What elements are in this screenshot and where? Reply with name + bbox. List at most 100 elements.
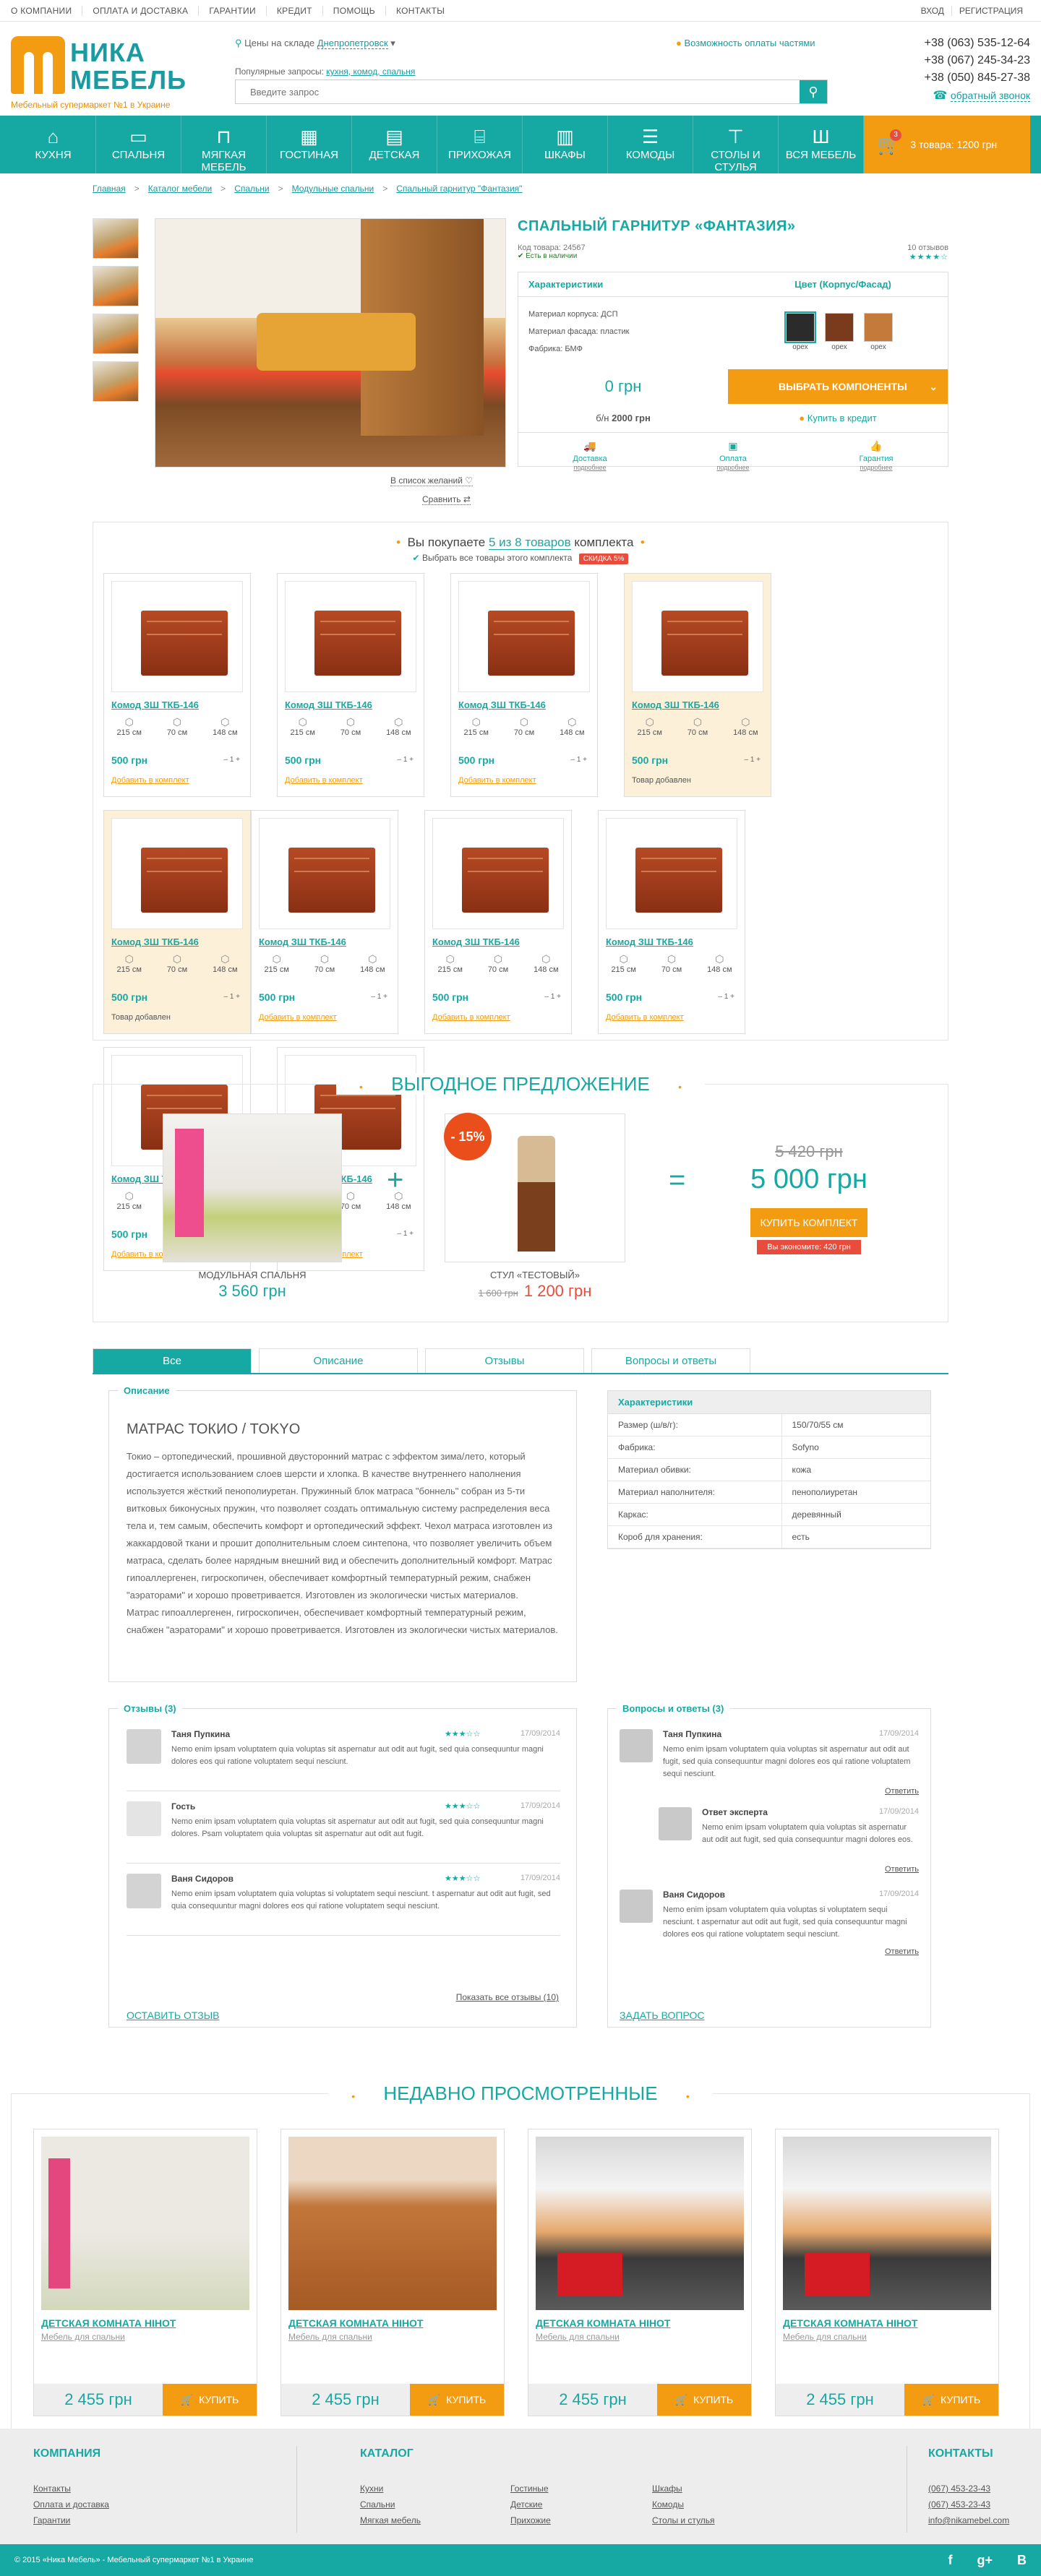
perk-sub[interactable]: подробнее [805,463,948,472]
minus-icon[interactable]: – [744,756,748,764]
breadcrumb-item[interactable]: Модульные спальни [292,184,374,194]
add-to-set-link[interactable]: Добавить в комплект [111,776,189,785]
ask-question-link[interactable]: ЗАДАТЬ ВОПРОС [620,2009,704,2021]
top-nav-link[interactable]: ОПЛАТА И ДОСТАВКА [82,6,200,16]
footer-catalog-link[interactable]: Кухни [360,2481,510,2497]
nav-item-8[interactable]: ⊤ СТОЛЫ И СТУЛЬЯ [693,116,779,173]
logo[interactable]: НИКА МЕБЕЛЬ Мебельный супермаркет №1 в У… [11,36,199,110]
select-all-set[interactable]: ✔ Выбрать все товары этого комплекта СКИ… [99,553,942,564]
add-to-set-link[interactable]: Добавить в комплект [458,776,536,785]
set-item-name[interactable]: Комод ЗШ ТКБ-146 [606,936,737,947]
breadcrumb-item[interactable]: Спальни [234,184,269,194]
plus-icon[interactable]: + [409,756,414,764]
quantity-stepper[interactable]: – 1 + [744,756,761,764]
register-link[interactable]: РЕГИСТРАЦИЯ [951,6,1030,16]
wishlist-link[interactable]: В список желаний ♡ [390,475,474,486]
credit-info[interactable]: ● Возможность оплаты частями [676,38,815,48]
footer-contact-link[interactable]: (067) 453-23-43 [928,2481,1009,2497]
recent-item-image[interactable] [783,2137,991,2310]
credit-buy-link[interactable]: ● Купить в кредит [728,413,948,423]
recent-item-category[interactable]: Мебель для спальни [288,2332,497,2342]
perk-1[interactable]: ▣ Оплата подробнее [661,433,805,472]
set-item-card[interactable]: Комод ЗШ ТКБ-146⬡215 см⬡70 см⬡148 см500 … [624,573,771,797]
recent-item-card[interactable]: ДЕТСКАЯ КОМНАТА HIHOT Мебель для спальни 2… [280,2129,505,2416]
search-input[interactable] [236,80,800,103]
set-item-image[interactable] [632,581,763,692]
answer-link[interactable]: Ответить [885,1947,919,1956]
recent-item-card[interactable]: ДЕТСКАЯ КОМНАТА HIHOT Мебель для спальни 2… [33,2129,257,2416]
product-thumbnail[interactable] [93,218,139,259]
recent-item-card[interactable]: ДЕТСКАЯ КОМНАТА HIHOT Мебель для спальни 2… [528,2129,752,2416]
add-to-set-link[interactable]: Добавить в комплект [285,776,363,785]
footer-catalog-link[interactable]: Прихожие [510,2512,652,2528]
top-nav-link[interactable]: О КОМПАНИИ [11,6,83,16]
facebook-icon[interactable]: f [948,2553,952,2568]
quantity-stepper[interactable]: – 1 + [397,756,414,764]
minus-icon[interactable]: – [223,756,228,764]
breadcrumb-item[interactable]: Каталог мебели [148,184,212,194]
set-item-card[interactable]: Комод ЗШ ТКБ-146⬡215 см⬡70 см⬡148 см500 … [598,810,745,1034]
footer-catalog-link[interactable]: Гостиные [510,2481,652,2497]
recent-item-name[interactable]: ДЕТСКАЯ КОМНАТА HIHOT [783,2317,991,2329]
perk-sub[interactable]: подробнее [661,463,805,472]
set-item-name[interactable]: Комод ЗШ ТКБ-146 [632,699,763,710]
breadcrumb-item[interactable]: Главная [93,184,126,194]
plus-icon[interactable]: + [236,993,240,1001]
phone-number[interactable]: +38 (063) 535-12-64 [925,35,1030,52]
footer-catalog-link[interactable]: Шкафы [652,2481,794,2497]
select-components-button[interactable]: ВЫБРАТЬ КОМПОНЕНТЫ ⌄ [728,369,948,404]
footer-contact-link[interactable]: info@nikamebel.com [928,2512,1009,2528]
product-main-image[interactable] [155,218,506,468]
set-item-name[interactable]: Комод ЗШ ТКБ-146 [458,699,590,710]
minus-icon[interactable]: – [544,993,549,1001]
footer-company-link[interactable]: Оплата и доставка [33,2497,109,2512]
quantity-stepper[interactable]: – 1 + [223,993,240,1001]
set-item-card[interactable]: Комод ЗШ ТКБ-146⬡215 см⬡70 см⬡148 см500 … [450,573,598,797]
quantity-stepper[interactable]: – 1 + [544,993,561,1001]
recent-item-card[interactable]: ДЕТСКАЯ КОМНАТА HIHOT Мебель для спальни 2… [775,2129,999,2416]
search-button[interactable]: ⚲ [800,80,827,103]
nav-item-4[interactable]: ▤ ДЕТСКАЯ [352,116,437,173]
nav-item-3[interactable]: ▦ ГОСТИНАЯ [267,116,352,173]
recent-item-image[interactable] [288,2137,497,2310]
answer-link[interactable]: Ответить [885,1787,919,1796]
top-nav-link[interactable]: КРЕДИТ [267,6,323,16]
perk-2[interactable]: 👍 Гарантия подробнее [805,433,948,472]
city-value[interactable]: Днепропетровск [317,38,388,49]
nav-item-5[interactable]: ⌸ ПРИХОЖАЯ [437,116,523,173]
plus-icon[interactable]: + [383,993,387,1001]
set-item-image[interactable] [285,581,416,692]
popular-links[interactable]: кухня, комод, спальня [326,66,415,77]
login-link[interactable]: ВХОД [914,6,951,16]
footer-company-link[interactable]: Гарантии [33,2512,109,2528]
footer-catalog-link[interactable]: Мягкая мебель [360,2512,510,2528]
recent-item-name[interactable]: ДЕТСКАЯ КОМНАТА HIHOT [288,2317,497,2329]
set-item-image[interactable] [111,581,243,692]
set-item-name[interactable]: Комод ЗШ ТКБ-146 [111,936,243,947]
recent-item-category[interactable]: Мебель для спальни [41,2332,249,2342]
plus-icon[interactable]: + [236,756,240,764]
set-item-name[interactable]: Комод ЗШ ТКБ-146 [259,936,390,947]
nav-item-2[interactable]: ⊓ МЯГКАЯ МЕБЕЛЬ [181,116,267,173]
minus-icon[interactable]: – [397,756,401,764]
set-item-card[interactable]: Комод ЗШ ТКБ-146⬡215 см⬡70 см⬡148 см500 … [251,810,398,1034]
google-plus-icon[interactable]: g+ [977,2553,993,2568]
offer-item-2-image[interactable]: - 15% [444,1113,625,1262]
buy-button[interactable]: 🛒 КУПИТЬ [410,2384,504,2416]
tab-3[interactable]: Вопросы и ответы [591,1348,750,1373]
plus-icon[interactable]: + [756,756,761,764]
nav-item-6[interactable]: ▥ ШКАФЫ [523,116,608,173]
cart-button[interactable]: 🛒 3 3 товара: 1200 грн [864,116,1030,173]
recent-item-name[interactable]: ДЕТСКАЯ КОМНАТА HIHOT [536,2317,744,2329]
set-item-card[interactable]: Комод ЗШ ТКБ-146⬡215 см⬡70 см⬡148 см500 … [277,573,424,797]
product-thumbnail[interactable] [93,266,139,306]
set-item-image[interactable] [111,818,243,929]
quantity-stepper[interactable]: – 1 + [718,993,734,1001]
offer-item-1[interactable]: МОДУЛЬНАЯ СПАЛЬНЯ 3 560 грн [163,1113,342,1301]
nav-item-0[interactable]: ⌂ КУХНЯ [11,116,96,173]
buy-set-button[interactable]: КУПИТЬ КОМПЛЕКТ [750,1208,868,1237]
buy-button[interactable]: 🛒 КУПИТЬ [163,2384,257,2416]
callback-link[interactable]: ☎ обратный звонок [925,87,1030,105]
set-item-image[interactable] [432,818,564,929]
footer-catalog-link[interactable]: Детские [510,2497,652,2512]
